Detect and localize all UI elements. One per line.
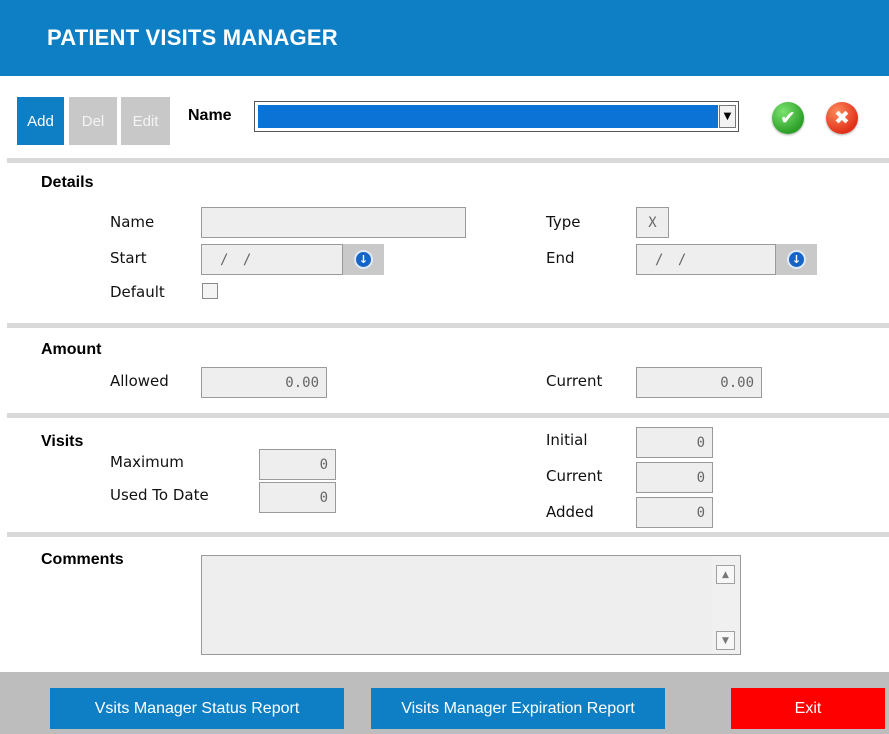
type-field[interactable]: X	[636, 207, 669, 238]
details-section-title: Details	[41, 174, 94, 191]
used-to-date-label: Used To Date	[110, 486, 209, 504]
name-select[interactable]: ▼	[254, 101, 739, 132]
divider	[7, 323, 889, 328]
scroll-up-icon[interactable]: ▲	[716, 565, 735, 584]
allowed-amount-field[interactable]: 0.00	[201, 367, 327, 398]
delete-button[interactable]: Del	[69, 97, 117, 145]
comments-section-title: Comments	[41, 551, 124, 568]
type-label: Type	[546, 213, 581, 231]
added-label: Added	[546, 503, 594, 521]
start-date-field[interactable]: / /	[201, 244, 343, 275]
close-icon[interactable]: ✖	[826, 102, 858, 134]
allowed-label: Allowed	[110, 372, 169, 390]
divider	[7, 532, 889, 537]
amount-current-label: Current	[546, 372, 603, 390]
visits-current-label: Current	[546, 467, 603, 485]
visits-section-title: Visits	[41, 433, 84, 450]
exit-button[interactable]: Exit	[731, 688, 885, 729]
initial-field[interactable]: 0	[636, 427, 713, 458]
details-name-field[interactable]	[201, 207, 466, 238]
start-label: Start	[110, 249, 147, 267]
end-date-field[interactable]: / /	[636, 244, 776, 275]
page-title: PATIENT VISITS MANAGER	[47, 25, 338, 50]
initial-label: Initial	[546, 431, 588, 449]
end-label: End	[546, 249, 575, 267]
maximum-label: Maximum	[110, 453, 184, 471]
comments-textarea[interactable]: ▲ ▼	[201, 555, 741, 655]
check-icon[interactable]: ✔	[772, 102, 804, 134]
name-select-label: Name	[188, 107, 232, 124]
arrow-down-icon: ↓	[787, 250, 806, 269]
expiration-report-button[interactable]: Visits Manager Expiration Report	[371, 688, 665, 729]
add-button[interactable]: Add	[17, 97, 64, 145]
details-name-label: Name	[110, 213, 155, 231]
arrow-down-icon: ↓	[354, 250, 373, 269]
title-bar: PATIENT VISITS MANAGER	[0, 0, 889, 76]
used-to-date-field[interactable]: 0	[259, 482, 336, 513]
divider	[7, 413, 889, 418]
amount-current-field[interactable]: 0.00	[636, 367, 762, 398]
end-date-picker-button[interactable]: ↓	[776, 244, 817, 275]
edit-button[interactable]: Edit	[121, 97, 170, 145]
visits-current-field[interactable]: 0	[636, 462, 713, 493]
status-report-button[interactable]: Vsits Manager Status Report	[50, 688, 344, 729]
default-label: Default	[110, 283, 165, 301]
added-field[interactable]: 0	[636, 497, 713, 528]
maximum-field[interactable]: 0	[259, 449, 336, 480]
start-date-picker-button[interactable]: ↓	[343, 244, 384, 275]
scrollbar[interactable]: ▲ ▼	[712, 556, 740, 654]
default-checkbox[interactable]	[202, 283, 218, 299]
chevron-down-icon[interactable]: ▼	[719, 105, 736, 128]
name-select-value	[258, 105, 718, 128]
scroll-down-icon[interactable]: ▼	[716, 631, 735, 650]
divider	[7, 158, 889, 163]
amount-section-title: Amount	[41, 341, 102, 358]
